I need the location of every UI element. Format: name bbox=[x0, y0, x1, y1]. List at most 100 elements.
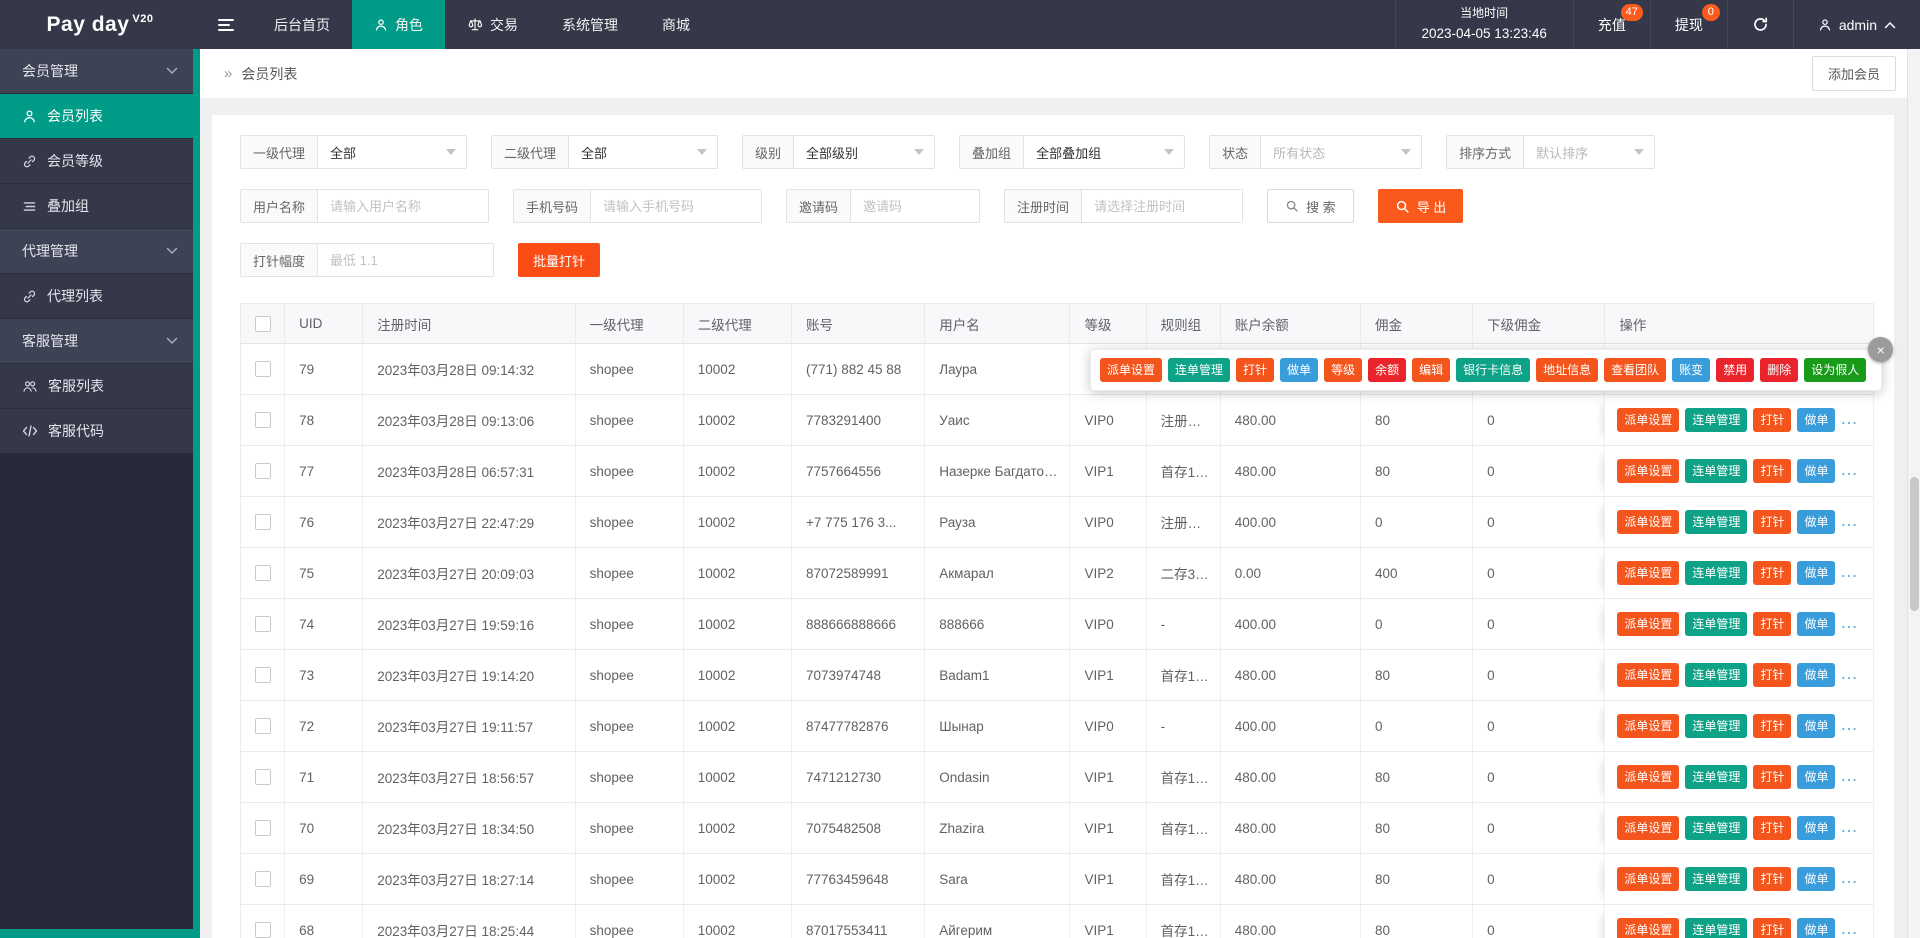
page-scrollbar[interactable] bbox=[1907, 49, 1920, 938]
level1-agent-select[interactable]: 全部 bbox=[318, 136, 466, 168]
popup-action-button[interactable]: 账变 bbox=[1672, 358, 1711, 382]
row-action-button[interactable]: 派单设置 bbox=[1617, 867, 1680, 891]
invite-code-input[interactable] bbox=[851, 190, 980, 222]
row-action-button[interactable]: 做单 bbox=[1797, 408, 1836, 432]
row-action-button[interactable]: 做单 bbox=[1797, 459, 1836, 483]
sidebar-item-service-list[interactable]: 客服列表 bbox=[0, 364, 200, 409]
level-select[interactable]: 全部级别 bbox=[794, 136, 934, 168]
row-action-button[interactable]: 打针 bbox=[1753, 663, 1792, 687]
row-action-button[interactable]: 连单管理 bbox=[1685, 918, 1748, 938]
row-checkbox[interactable] bbox=[254, 667, 271, 683]
level2-agent-select[interactable]: 全部 bbox=[569, 136, 717, 168]
sidebar-group-agent-management[interactable]: 代理管理 bbox=[0, 229, 200, 274]
row-action-button[interactable]: 做单 bbox=[1797, 663, 1836, 687]
stack-group-select[interactable]: 全部叠加组 bbox=[1024, 136, 1184, 168]
row-action-button[interactable]: 做单 bbox=[1797, 561, 1836, 585]
sidebar-item-member-list[interactable]: 会员列表 bbox=[0, 94, 200, 139]
row-action-button[interactable]: 打针 bbox=[1753, 612, 1792, 636]
row-action-button[interactable]: 派单设置 bbox=[1617, 408, 1680, 432]
row-action-button[interactable]: 连单管理 bbox=[1685, 459, 1748, 483]
row-action-button[interactable]: 连单管理 bbox=[1685, 612, 1748, 636]
row-action-button[interactable]: 打针 bbox=[1753, 510, 1792, 534]
export-button[interactable]: 导 出 bbox=[1377, 189, 1464, 223]
more-actions-button[interactable]: ... bbox=[1841, 922, 1858, 937]
more-actions-button[interactable]: ... bbox=[1841, 514, 1858, 529]
popup-action-button[interactable]: 银行卡信息 bbox=[1456, 358, 1531, 382]
more-actions-button[interactable]: ... bbox=[1841, 769, 1858, 784]
row-action-button[interactable]: 做单 bbox=[1797, 867, 1836, 891]
row-checkbox[interactable] bbox=[254, 565, 271, 581]
row-action-button[interactable]: 派单设置 bbox=[1617, 816, 1680, 840]
popup-action-button[interactable]: 编辑 bbox=[1412, 358, 1451, 382]
row-action-button[interactable]: 打针 bbox=[1753, 408, 1792, 432]
sidebar-scrollbar[interactable] bbox=[193, 49, 200, 938]
row-action-button[interactable]: 派单设置 bbox=[1617, 561, 1680, 585]
row-action-button[interactable]: 连单管理 bbox=[1685, 510, 1748, 534]
row-action-button[interactable]: 连单管理 bbox=[1685, 867, 1748, 891]
row-action-button[interactable]: 连单管理 bbox=[1685, 714, 1748, 738]
row-checkbox[interactable] bbox=[254, 616, 271, 632]
nav-item-system[interactable]: 系统管理 bbox=[540, 0, 640, 49]
popup-action-button[interactable]: 派单设置 bbox=[1100, 358, 1163, 382]
row-action-button[interactable]: 做单 bbox=[1797, 918, 1836, 938]
more-actions-button[interactable]: ... bbox=[1841, 463, 1858, 478]
row-action-button[interactable]: 连单管理 bbox=[1685, 408, 1748, 432]
row-checkbox[interactable] bbox=[254, 463, 271, 479]
row-action-button[interactable]: 打针 bbox=[1753, 816, 1792, 840]
sidebar-item-member-level[interactable]: 会员等级 bbox=[0, 139, 200, 184]
sidebar-item-service-code[interactable]: 客服代码 bbox=[0, 409, 200, 454]
sidebar-group-member-management[interactable]: 会员管理 bbox=[0, 49, 200, 94]
status-select[interactable]: 所有状态 bbox=[1261, 136, 1421, 168]
nav-item-shop[interactable]: 商城 bbox=[640, 0, 712, 49]
row-action-button[interactable]: 打针 bbox=[1753, 459, 1792, 483]
row-checkbox[interactable] bbox=[254, 820, 271, 836]
withdraw-link[interactable]: 提现 0 bbox=[1649, 0, 1727, 49]
more-actions-button[interactable]: ... bbox=[1841, 565, 1858, 580]
batch-injection-button[interactable]: 批量打针 bbox=[518, 243, 601, 277]
row-action-button[interactable]: 派单设置 bbox=[1617, 459, 1680, 483]
row-checkbox[interactable] bbox=[254, 769, 271, 785]
row-action-button[interactable]: 派单设置 bbox=[1617, 510, 1680, 534]
admin-menu[interactable]: admin bbox=[1792, 0, 1920, 49]
popup-action-button[interactable]: 做单 bbox=[1280, 358, 1319, 382]
row-action-button[interactable]: 打针 bbox=[1753, 918, 1792, 938]
row-action-button[interactable]: 连单管理 bbox=[1685, 561, 1748, 585]
username-input[interactable] bbox=[318, 190, 489, 222]
row-action-button[interactable]: 派单设置 bbox=[1617, 918, 1680, 938]
row-action-button[interactable]: 连单管理 bbox=[1685, 663, 1748, 687]
sort-select[interactable]: 默认排序 bbox=[1524, 136, 1654, 168]
more-actions-button[interactable]: ... bbox=[1841, 718, 1858, 733]
row-action-button[interactable]: 连单管理 bbox=[1685, 765, 1748, 789]
sidebar-group-service-management[interactable]: 客服管理 bbox=[0, 319, 200, 364]
more-actions-button[interactable]: ... bbox=[1841, 871, 1858, 886]
nav-item-trade[interactable]: 交易 bbox=[445, 0, 540, 49]
row-checkbox[interactable] bbox=[254, 514, 271, 530]
more-actions-button[interactable]: ... bbox=[1841, 667, 1858, 682]
popup-action-button[interactable]: 等级 bbox=[1324, 358, 1363, 382]
popup-action-button[interactable]: 连单管理 bbox=[1168, 358, 1231, 382]
popup-action-button[interactable]: 余额 bbox=[1368, 358, 1407, 382]
row-action-button[interactable]: 连单管理 bbox=[1685, 816, 1748, 840]
injection-range-input[interactable] bbox=[318, 244, 494, 276]
row-action-button[interactable]: 打针 bbox=[1753, 714, 1792, 738]
popup-action-button[interactable]: 查看团队 bbox=[1604, 358, 1667, 382]
row-checkbox[interactable] bbox=[254, 412, 271, 428]
row-checkbox[interactable] bbox=[254, 871, 271, 887]
popup-action-button[interactable]: 地址信息 bbox=[1536, 358, 1599, 382]
row-action-button[interactable]: 做单 bbox=[1797, 765, 1836, 789]
row-action-button[interactable]: 派单设置 bbox=[1617, 714, 1680, 738]
popup-action-button[interactable]: 打针 bbox=[1236, 358, 1275, 382]
sidebar-bottom-scrollbar[interactable] bbox=[0, 929, 200, 938]
row-checkbox[interactable] bbox=[254, 361, 271, 377]
nav-item-dashboard[interactable]: 后台首页 bbox=[252, 0, 352, 49]
more-actions-button[interactable]: ... bbox=[1841, 616, 1858, 631]
row-action-button[interactable]: 打针 bbox=[1753, 867, 1792, 891]
scrollbar-thumb[interactable] bbox=[1910, 477, 1919, 611]
menu-toggle-button[interactable] bbox=[200, 0, 252, 49]
reg-time-input[interactable] bbox=[1082, 190, 1243, 222]
row-checkbox[interactable] bbox=[254, 922, 271, 938]
phone-input[interactable] bbox=[591, 190, 762, 222]
row-action-button[interactable]: 打针 bbox=[1753, 765, 1792, 789]
popup-action-button[interactable]: 删除 bbox=[1760, 358, 1799, 382]
add-member-button[interactable]: 添加会员 bbox=[1811, 56, 1896, 91]
